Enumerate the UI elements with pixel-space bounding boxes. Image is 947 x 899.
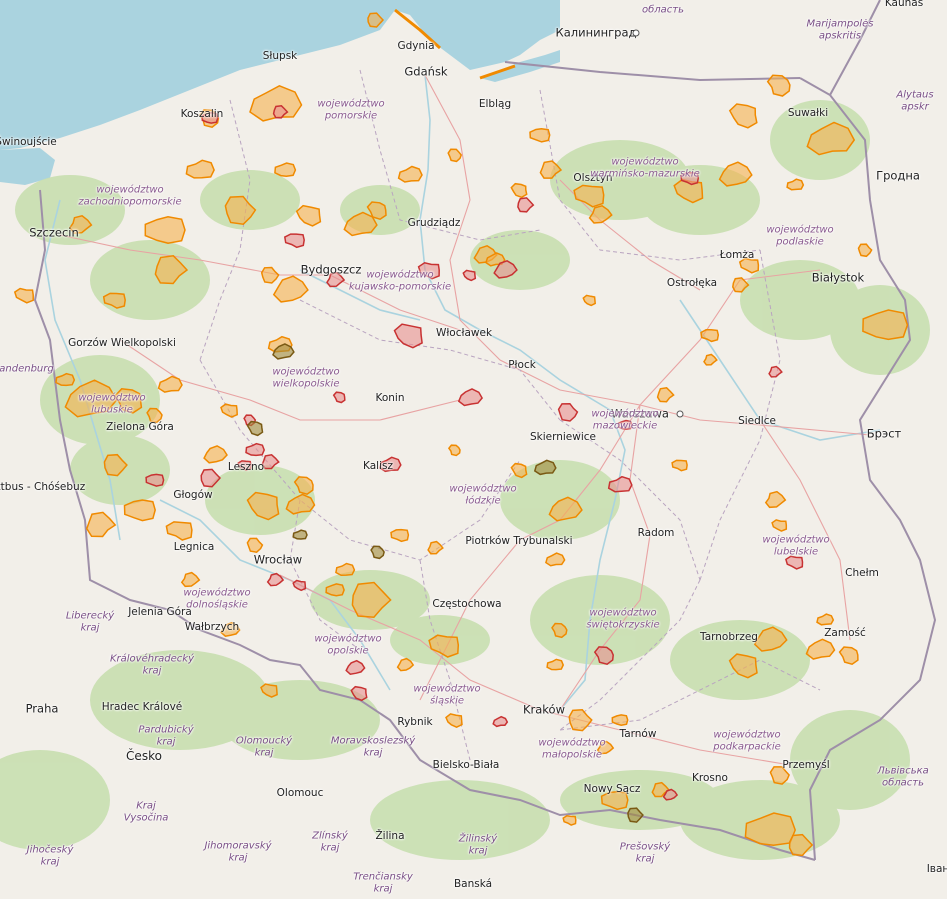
city-label: Kalisz xyxy=(363,459,393,472)
foreign-region-label: Jihomoravský kraj xyxy=(204,840,272,864)
foreign-region-label: Jihočeský kraj xyxy=(26,844,74,868)
city-label: Koszalin xyxy=(180,107,224,120)
foreign-region-label: Liberecký kraj xyxy=(65,610,115,634)
city-label: Cottbus - Chóśebuz xyxy=(0,480,86,493)
city-label: Iван xyxy=(926,862,947,875)
city-label: Siedlce xyxy=(738,414,776,427)
city-label: Praha xyxy=(25,701,59,716)
foreign-region-label: Žilinský kraj xyxy=(458,833,498,857)
region-label: województwo zachodniopomorskie xyxy=(78,184,182,208)
foreign-region-label: Alytaus apskr xyxy=(896,89,934,113)
region-label: województwo opolskie xyxy=(314,633,382,657)
city-label: Łomża xyxy=(719,248,755,261)
city-label: Banská xyxy=(453,877,493,890)
city-label: Калининград xyxy=(555,25,637,40)
region-label: województwo kujawsko-pomorskie xyxy=(348,269,452,293)
foreign-region-label: Kraj Vysočina xyxy=(123,800,169,824)
city-label: Przemyśl xyxy=(782,758,830,771)
city-label: Gorzów Wielkopolski xyxy=(68,336,176,349)
city-label: Kaunas xyxy=(884,0,924,9)
city-label: Tarnobrzeg xyxy=(700,630,758,643)
region-label: województwo łódzkie xyxy=(449,483,517,507)
protected-area-orange[interactable] xyxy=(611,714,629,726)
city-label: Radom xyxy=(637,526,675,539)
city-label: Kraków xyxy=(522,702,566,717)
city-label: Chełm xyxy=(845,566,879,579)
foreign-region-label: Marijampolės apskritis xyxy=(806,18,874,42)
region-label: województwo lubelskie xyxy=(762,534,830,558)
foreign-region-label: Olomoucký kraj xyxy=(235,735,293,759)
city-label: Krosno xyxy=(692,771,728,784)
region-label: województwo małopolskie xyxy=(538,737,606,761)
region-label: województwo lubuskie xyxy=(78,392,146,416)
city-label: Gdynia xyxy=(397,39,435,52)
region-label: województwo dolnośląskie xyxy=(183,587,251,611)
city-label: Wrocław xyxy=(253,552,303,567)
city-label: Białystok xyxy=(811,270,865,285)
country-label: Česko xyxy=(126,749,162,764)
city-marker-icon xyxy=(632,29,640,37)
foreign-region-label: Brandenburg xyxy=(0,363,54,375)
city-label: Rybnik xyxy=(397,715,433,728)
city-label: Olomouc xyxy=(276,786,324,799)
city-label: Гродна xyxy=(876,168,920,183)
city-label: Žilina xyxy=(375,829,405,842)
region-label: województwo śląskie xyxy=(413,683,481,707)
city-label: Szczecin xyxy=(29,225,79,240)
foreign-region-label: Moravskoslezský kraj xyxy=(330,735,416,759)
region-label: województwo wielkopolskie xyxy=(272,366,340,390)
foreign-region-label: область xyxy=(641,4,685,16)
city-label: Słupsk xyxy=(262,49,298,62)
city-label: Zamość xyxy=(824,626,866,639)
city-label: Elbląg xyxy=(478,97,512,110)
city-label: Jelenia Góra xyxy=(128,605,192,618)
foreign-region-label: Zlínský kraj xyxy=(312,830,348,854)
city-label: Hradec Králové xyxy=(101,700,183,713)
region-label: województwo pomorskie xyxy=(317,98,385,122)
city-label: Włocławek xyxy=(435,326,493,339)
foreign-region-label: Královéhradecký kraj xyxy=(109,653,195,677)
city-label: Częstochowa xyxy=(432,597,502,610)
city-marker-icon xyxy=(676,410,684,418)
city-label: Ostrołęka xyxy=(666,276,718,289)
city-label: Gdańsk xyxy=(404,64,448,79)
city-label: Grudziądz xyxy=(407,216,461,229)
city-label: Suwałki xyxy=(787,106,829,119)
city-label: Świnoujście xyxy=(0,135,57,148)
city-label: Bielsko-Biała xyxy=(432,758,500,771)
city-label: Nowy Sącz xyxy=(583,782,641,795)
city-label: Wałbrzych xyxy=(184,620,240,633)
region-label: województwo podlaskie xyxy=(766,224,834,248)
city-label: Płock xyxy=(508,358,536,371)
map-viewport[interactable]: Słupsk Gdynia Gdańsk Калининград Elbląg Kosza… xyxy=(0,0,947,899)
forest-patch xyxy=(200,170,300,230)
city-label: Piotrków Trybunalski xyxy=(465,534,573,547)
city-label: Leszno xyxy=(227,460,265,473)
city-label: Skierniewice xyxy=(529,430,597,443)
region-label: województwo podkarpackie xyxy=(713,729,781,753)
city-label: Legnica xyxy=(173,540,215,553)
foreign-region-label: Pardubický kraj xyxy=(138,724,194,748)
region-label: województwo warmińsko-mazurskie xyxy=(590,156,700,180)
city-label: Konin xyxy=(375,391,405,404)
forest-patch xyxy=(90,240,210,320)
region-label: województwo świętokrzyskie xyxy=(586,607,660,631)
foreign-region-label: Львівська область xyxy=(877,765,929,789)
city-label: Głogów xyxy=(173,488,213,501)
city-label: Брэст xyxy=(866,426,902,441)
city-label: Zielona Góra xyxy=(106,420,174,433)
city-label: Tarnów xyxy=(619,727,657,740)
region-label: województwo mazowieckie xyxy=(591,408,659,432)
foreign-region-label: Trenčiansky kraj xyxy=(353,871,413,895)
foreign-region-label: Prešovský kraj xyxy=(619,841,671,865)
